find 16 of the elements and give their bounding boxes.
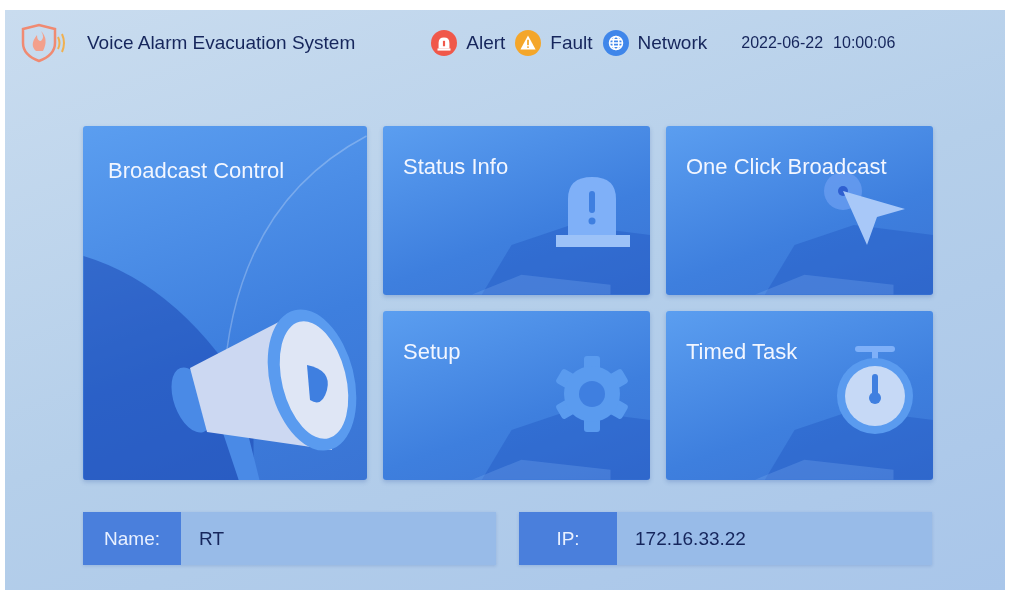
- time-text: 10:00:06: [833, 34, 896, 52]
- status-label: Fault: [550, 32, 593, 54]
- field-value: RT: [198, 526, 224, 551]
- app-title: Voice Alarm Evacuation System: [87, 32, 356, 54]
- menu-tile[interactable]: Status Info: [383, 126, 650, 295]
- date-text: 2022-06-22: [741, 34, 824, 52]
- field-value: 172.16.33.22: [634, 526, 746, 551]
- menu-tile[interactable]: Setup: [383, 311, 650, 480]
- status-label: Network: [637, 32, 708, 54]
- menu-tile[interactable]: One Click Broadcast: [666, 126, 933, 295]
- status-label: Alert: [466, 32, 506, 54]
- field-label: IP:: [519, 512, 617, 565]
- field-label: Name:: [83, 512, 181, 565]
- stopwatch-icon: [835, 344, 915, 434]
- menu-tile[interactable]: Timed Task: [666, 311, 933, 480]
- menu-tile[interactable]: Broadcast Control: [83, 126, 367, 480]
